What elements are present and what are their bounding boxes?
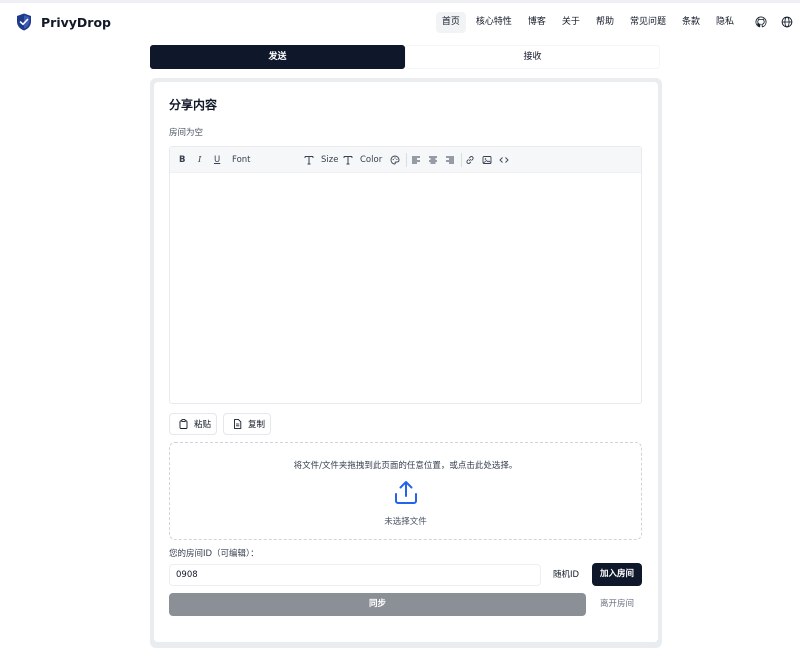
copy-button[interactable]: 复制 [223,413,271,435]
type-icon [343,156,353,165]
italic-button[interactable]: I [198,147,201,173]
code-icon [499,157,509,163]
sync-button[interactable]: 同步 [169,593,586,616]
align-left-icon [412,156,420,164]
image-button[interactable] [482,147,494,173]
nav-item-terms[interactable]: 条款 [676,12,706,33]
clipboard-icon [179,419,188,429]
room-id-label: 您的房间ID（可编辑）： [169,549,259,559]
color-select[interactable]: Color [360,147,382,173]
nav-item-privacy[interactable]: 隐私 [710,12,740,33]
align-right-icon [446,156,454,164]
code-button[interactable] [499,147,511,173]
file-dropzone[interactable]: 将文件/文件夹拖拽到此页面的任意位置，或点击此处选择。 未选择文件 [169,442,642,540]
toolbar-divider [406,153,407,167]
mode-tabs: 发送 接收 [150,45,660,69]
toolbar-divider [461,153,462,167]
dropzone-hint: 将文件/文件夹拖拽到此页面的任意位置，或点击此处选择。 [293,461,518,471]
language-button[interactable] [774,12,800,33]
palette-button[interactable] [390,147,402,173]
document-icon [234,419,242,429]
size-select[interactable]: Size [321,147,338,173]
random-id-button[interactable]: 随机ID [547,564,585,586]
github-button[interactable] [748,12,774,33]
link-button[interactable] [465,147,477,173]
palette-icon [390,155,400,165]
editor-toolbar: B I U Font Size Color [170,147,641,173]
image-icon [482,156,492,164]
nav-item-about[interactable]: 关于 [556,12,586,33]
align-center-icon [429,156,437,164]
leave-room-button[interactable]: 离开房间 [592,593,642,616]
no-file-text: 未选择文件 [384,517,427,527]
align-left-button[interactable] [411,147,423,173]
brand-name: PrivyDrop [41,14,111,30]
bold-button[interactable]: B [179,147,185,173]
nav-item-faq[interactable]: 常见问题 [624,12,672,33]
github-icon [755,16,767,28]
copy-label: 复制 [248,420,266,430]
globe-icon [781,16,793,28]
nav-item-blog[interactable]: 博客 [522,12,552,33]
underline-button[interactable]: U [214,147,220,173]
shield-logo-icon [17,13,31,31]
nav-item-features[interactable]: 核心特性 [470,12,518,33]
room-id-input[interactable] [169,564,541,586]
font-type-button[interactable] [304,147,316,173]
font-select[interactable]: Font [232,147,251,173]
tab-receive[interactable]: 接收 [405,45,660,69]
align-center-button[interactable] [428,147,440,173]
text-color-type-button[interactable] [343,147,355,173]
type-icon [304,156,314,165]
main-nav: 首页 核心特性 博客 关于 帮助 常见问题 条款 隐私 [434,11,800,33]
tab-send[interactable]: 发送 [150,45,405,69]
paste-button[interactable]: 粘贴 [169,413,217,435]
join-room-button[interactable]: 加入房间 [592,563,642,586]
brand[interactable]: PrivyDrop [16,13,111,31]
align-right-button[interactable] [445,147,457,173]
room-status: 房间为空 [169,128,204,138]
share-title: 分享内容 [169,98,218,112]
nav-item-home[interactable]: 首页 [435,11,466,33]
link-icon [466,156,474,164]
upload-icon [395,481,417,504]
site-header: PrivyDrop 首页 核心特性 博客 关于 帮助 常见问题 条款 隐私 [0,3,800,41]
nav-item-help[interactable]: 帮助 [590,12,620,33]
paste-label: 粘贴 [194,420,212,430]
rich-text-editor: B I U Font Size Color [169,146,642,404]
